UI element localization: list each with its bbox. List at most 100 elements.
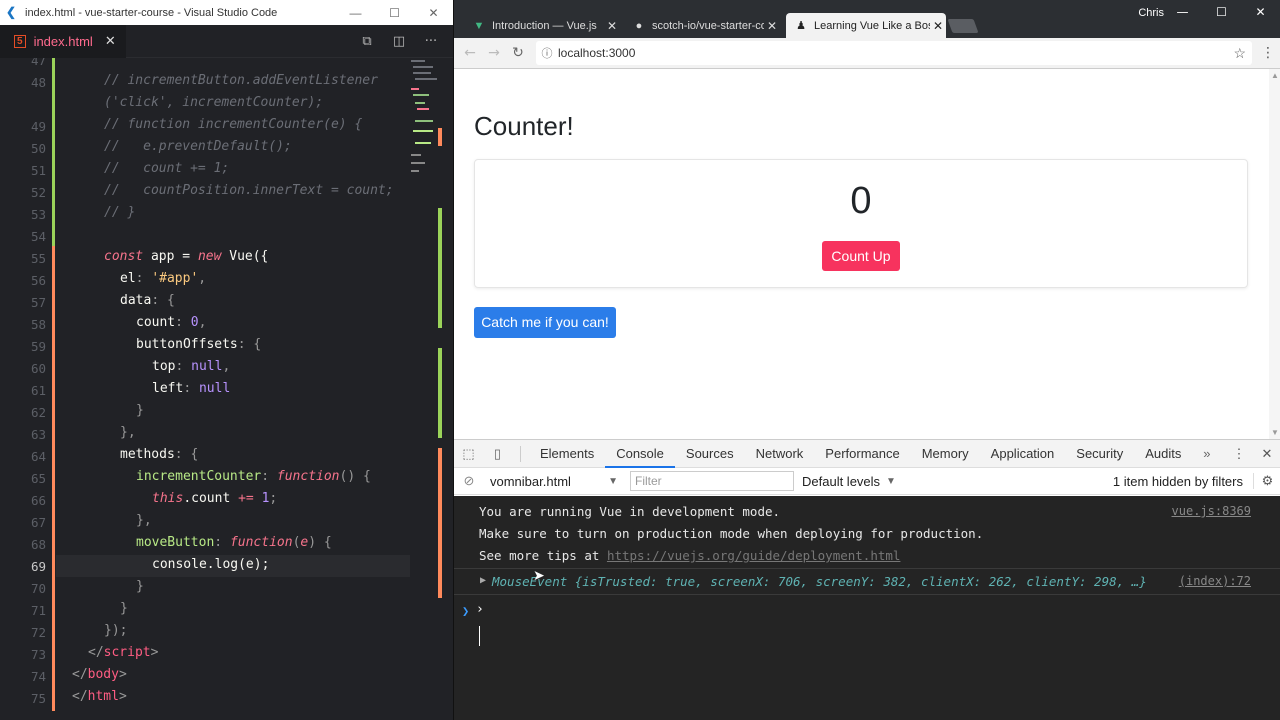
line-number: 64 bbox=[30, 449, 46, 464]
line-number: 71 bbox=[30, 603, 46, 618]
vscode-titlebar: ❮ index.html - vue-starter-course - Visu… bbox=[0, 0, 453, 25]
filter-input[interactable]: Filter bbox=[630, 471, 794, 491]
code-line-75: </html> bbox=[72, 689, 127, 704]
code-token: function bbox=[229, 535, 293, 550]
source-link[interactable]: vue.js:8369 bbox=[1172, 504, 1251, 518]
tab-label: Learning Vue Like a Boss bbox=[814, 19, 930, 32]
git-added-mark bbox=[52, 58, 55, 246]
expand-triangle-icon[interactable]: ▶ bbox=[480, 575, 486, 586]
more-actions-icon[interactable]: ··· bbox=[415, 34, 447, 49]
code-line-53: // } bbox=[104, 205, 136, 220]
minimap[interactable] bbox=[409, 58, 439, 188]
device-toolbar-icon[interactable]: ▯ bbox=[483, 446, 512, 462]
console-output[interactable]: You are running Vue in development mode.… bbox=[454, 496, 1280, 720]
minimize-icon[interactable]: — bbox=[336, 6, 375, 20]
back-icon[interactable]: ← bbox=[458, 45, 482, 61]
open-changes-icon[interactable]: ⧉ bbox=[351, 34, 383, 49]
maximize-icon[interactable]: ☐ bbox=[375, 6, 414, 20]
code-line-71: } bbox=[120, 601, 128, 616]
line-number: 55 bbox=[30, 251, 46, 266]
close-devtools-icon[interactable]: ✕ bbox=[1253, 446, 1280, 462]
source-link[interactable]: (index):72 bbox=[1179, 574, 1251, 588]
reload-icon[interactable]: ↻ bbox=[506, 45, 530, 61]
count-up-button[interactable]: Count Up bbox=[822, 241, 900, 271]
tab-sources[interactable]: Sources bbox=[675, 440, 745, 468]
page-viewport: Counter! 0 Count Up Catch me if you can!… bbox=[454, 69, 1280, 439]
line-number: 69 bbox=[30, 559, 46, 574]
line-number: 67 bbox=[30, 515, 46, 530]
tab-memory[interactable]: Memory bbox=[911, 440, 980, 468]
levels-select[interactable]: Default levels ▼ bbox=[802, 474, 896, 489]
close-tab-icon[interactable]: ✕ bbox=[105, 33, 116, 49]
gear-icon[interactable]: ⚙ bbox=[1253, 473, 1280, 489]
line-number: 72 bbox=[30, 625, 46, 640]
catch-me-button[interactable]: Catch me if you can! bbox=[474, 307, 616, 338]
minimize-icon[interactable]: — bbox=[1163, 0, 1202, 25]
tab-security[interactable]: Security bbox=[1065, 440, 1134, 468]
tab-vue-intro[interactable]: ▼ Introduction — Vue.js ✕ bbox=[464, 13, 620, 38]
tab-application[interactable]: Application bbox=[980, 440, 1066, 468]
line-number: 74 bbox=[30, 669, 46, 684]
more-tabs-icon[interactable]: » bbox=[1192, 446, 1221, 461]
line-number: 61 bbox=[30, 383, 46, 398]
chrome-window: ▼ Introduction — Vue.js ✕ ● scotch-io/vu… bbox=[453, 0, 1280, 720]
new-tab-button[interactable] bbox=[947, 19, 979, 33]
profile-name[interactable]: Chris bbox=[1138, 7, 1164, 19]
close-tab-icon[interactable]: ✕ bbox=[764, 19, 780, 33]
address-bar[interactable]: ⓘ localhost:3000 ☆ bbox=[536, 41, 1252, 65]
hidden-count: 1 item hidden by filters bbox=[1112, 473, 1243, 489]
code-token: const bbox=[104, 249, 144, 264]
close-icon[interactable]: ✕ bbox=[1241, 0, 1280, 25]
forward-icon[interactable]: → bbox=[482, 45, 506, 61]
close-tab-icon[interactable]: ✕ bbox=[930, 19, 946, 33]
tab-elements[interactable]: Elements bbox=[529, 440, 605, 468]
vue-icon: ▼ bbox=[473, 19, 485, 32]
info-icon[interactable]: ⓘ bbox=[536, 45, 558, 61]
code-line-70: } bbox=[136, 579, 144, 594]
console-toolbar: ⊘ vomnibar.html ▼ Filter Default levels … bbox=[454, 468, 1280, 495]
message-text: See more tips at bbox=[479, 548, 607, 563]
tab-performance[interactable]: Performance bbox=[814, 440, 910, 468]
code-line-55: const app = new Vue({ bbox=[104, 249, 268, 264]
devtools-menu-icon[interactable]: ⋮ bbox=[1225, 446, 1253, 462]
code-line-57: data: { bbox=[120, 293, 175, 308]
code-token: top bbox=[152, 359, 176, 374]
counter-value: 0 bbox=[850, 180, 872, 222]
mouse-event-log[interactable]: MouseEvent {isTrusted: true, screenX: 70… bbox=[492, 574, 1147, 589]
split-editor-icon[interactable]: ◫ bbox=[383, 34, 415, 49]
tab-network[interactable]: Network bbox=[745, 440, 815, 468]
counter-card: 0 Count Up bbox=[474, 159, 1248, 288]
console-message: See more tips at https://vuejs.org/guide… bbox=[479, 548, 900, 563]
chevron-down-icon: ▼ bbox=[608, 475, 618, 487]
line-number: 73 bbox=[30, 647, 46, 662]
page-scrollbar[interactable]: ▲ ▼ bbox=[1269, 69, 1280, 439]
prompt-chevron-icon: › bbox=[476, 602, 484, 617]
tab-audits[interactable]: Audits bbox=[1134, 440, 1192, 468]
line-number: 60 bbox=[30, 361, 46, 376]
chrome-menu-icon[interactable]: ⋮ bbox=[1260, 45, 1276, 61]
tab-console[interactable]: Console bbox=[605, 440, 675, 468]
code-line-73: </script> bbox=[88, 645, 159, 660]
close-icon[interactable]: ✕ bbox=[414, 6, 453, 20]
html5-icon: 5 bbox=[14, 34, 26, 48]
code-editor[interactable]: 47 48 49 50 51 52 53 54 55 56 57 58 59 60 61 62 63 64 65 66… bbox=[0, 58, 453, 720]
bookmark-star-icon[interactable]: ☆ bbox=[1233, 45, 1246, 62]
tab-github[interactable]: ● scotch-io/vue-starter-course ✕ bbox=[624, 13, 780, 38]
inspect-icon[interactable]: ⬚ bbox=[454, 446, 483, 462]
line-number: 51 bbox=[30, 163, 46, 178]
context-label: vomnibar.html bbox=[490, 473, 571, 489]
context-select[interactable]: vomnibar.html ▼ bbox=[484, 474, 624, 489]
code-line-52: // countPosition.innerText = count; bbox=[104, 183, 394, 198]
close-tab-icon[interactable]: ✕ bbox=[604, 19, 620, 33]
code-line-63: }, bbox=[120, 425, 136, 440]
line-number: 62 bbox=[30, 405, 46, 420]
code-token: 0 bbox=[190, 315, 199, 330]
code-token: null bbox=[198, 381, 231, 396]
console-message: Make sure to turn on production mode whe… bbox=[479, 526, 984, 541]
docs-link[interactable]: https://vuejs.org/guide/deployment.html bbox=[607, 548, 901, 563]
clear-console-icon[interactable]: ⊘ bbox=[454, 473, 484, 489]
tab-learning-vue[interactable]: ♟ Learning Vue Like a Boss ✕ bbox=[786, 13, 946, 38]
tab-index-html[interactable]: 5 index.html ✕ bbox=[0, 24, 126, 58]
page-title: Counter! bbox=[474, 111, 574, 141]
maximize-icon[interactable]: ☐ bbox=[1202, 0, 1241, 25]
